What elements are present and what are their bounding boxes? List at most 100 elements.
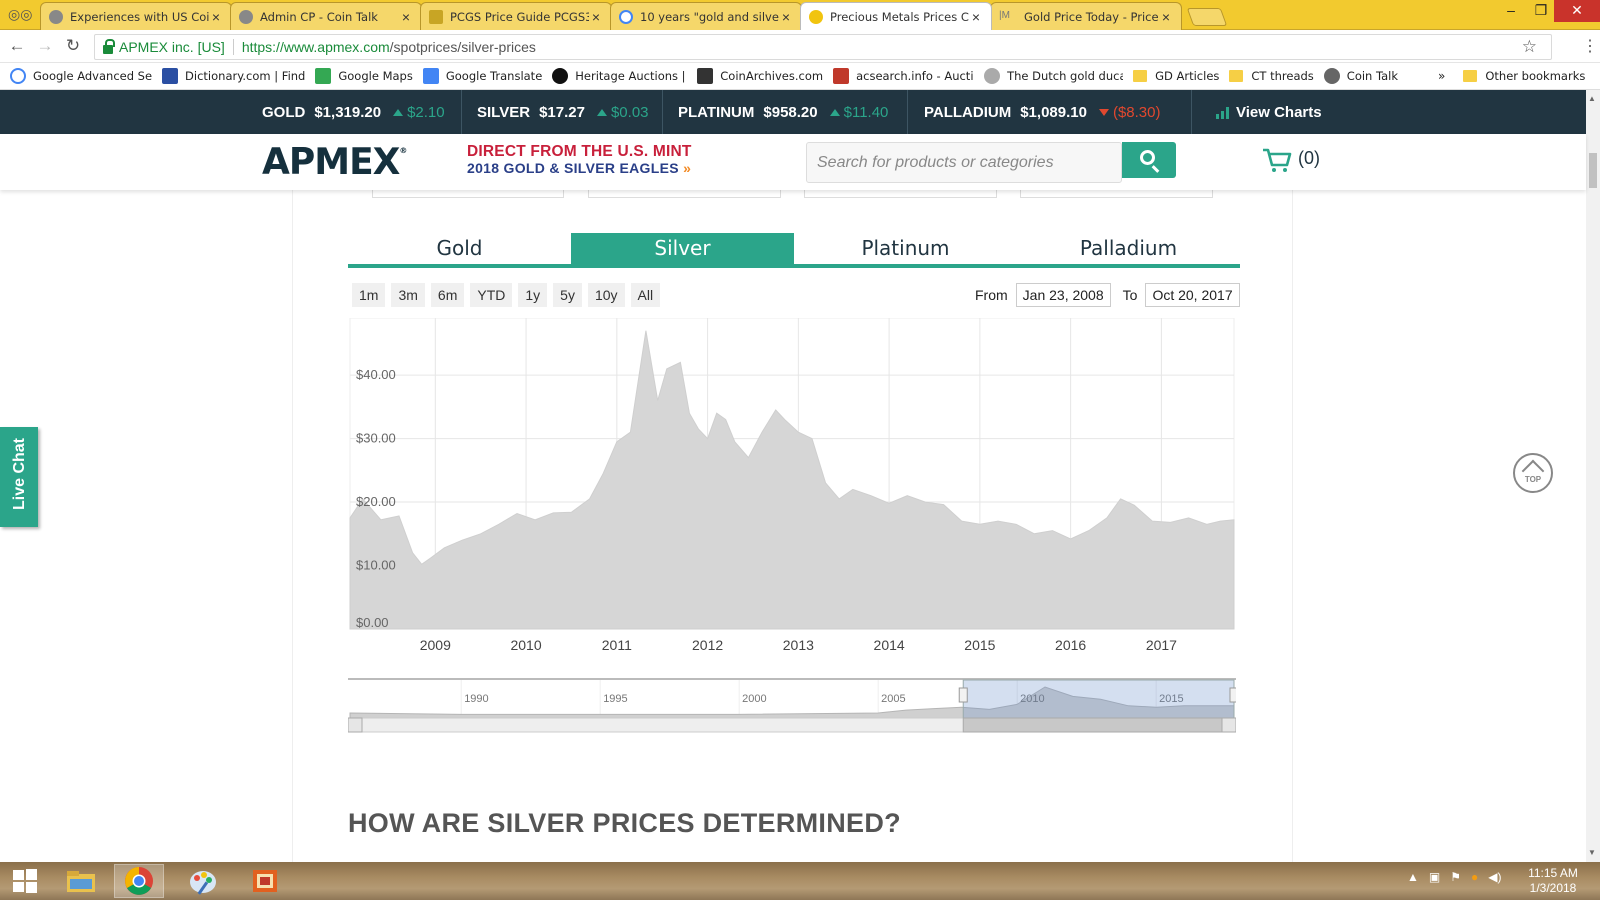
bookmark-item[interactable]: acsearch.info - Auctio bbox=[833, 68, 974, 84]
bookmark-item[interactable]: GD Articles bbox=[1133, 69, 1219, 83]
cart-icon[interactable] bbox=[1262, 147, 1292, 173]
y-tick-label: $30.00 bbox=[356, 431, 396, 446]
browser-tab[interactable]: Admin CP - Coin Talk × bbox=[230, 2, 422, 30]
tab-silver[interactable]: Silver bbox=[571, 233, 794, 264]
back-to-top-button[interactable]: TOP bbox=[1513, 453, 1553, 493]
scrollbar-thumb[interactable] bbox=[1589, 153, 1597, 188]
bookmark-item[interactable]: Dictionary.com | Find bbox=[162, 68, 305, 84]
ticker-silver[interactable]: SILVER $17.27 $0.03 bbox=[477, 90, 649, 134]
promo-subline[interactable]: 2018 GOLD & SILVER EAGLES » bbox=[467, 160, 691, 176]
bookmark-item[interactable]: CoinArchives.com bbox=[697, 68, 823, 84]
range-5y-button[interactable]: 5y bbox=[553, 283, 582, 307]
navigator-scrollbar-thumb[interactable] bbox=[962, 717, 1235, 733]
live-chat-button[interactable]: Live Chat bbox=[0, 427, 38, 527]
paint-taskbar-button[interactable] bbox=[178, 864, 228, 898]
view-charts-link[interactable]: View Charts bbox=[1216, 90, 1322, 134]
navigator-left-handle[interactable] bbox=[958, 687, 968, 703]
browser-tab[interactable]: PCGS Price Guide PCGS3 × bbox=[420, 2, 612, 30]
browser-tab[interactable]: Experiences with US Coin × bbox=[40, 2, 232, 30]
range-ytd-button[interactable]: YTD bbox=[470, 283, 513, 307]
tab-palladium[interactable]: Palladium bbox=[1017, 233, 1240, 264]
url-host: https://www.apmex.com bbox=[241, 39, 390, 55]
ticker-platinum[interactable]: PLATINUM $958.20 $11.40 bbox=[678, 90, 888, 134]
avast-icon[interactable]: ● bbox=[1471, 870, 1478, 884]
bookmark-item[interactable]: Google Advanced Se bbox=[10, 68, 152, 84]
search-button[interactable] bbox=[1122, 142, 1176, 178]
bookmark-star-icon[interactable]: ☆ bbox=[1522, 37, 1537, 57]
apmex-logo[interactable]: APMEX® bbox=[262, 142, 407, 184]
bookmark-item[interactable]: Google Translate bbox=[422, 68, 542, 84]
ticker-label: SILVER bbox=[477, 103, 531, 121]
action-center-flag-icon[interactable]: ⚑ bbox=[1450, 870, 1461, 884]
scroll-down-icon[interactable]: ▼ bbox=[1588, 848, 1596, 857]
window-close-button[interactable]: ✕ bbox=[1554, 0, 1600, 22]
file-explorer-button[interactable] bbox=[56, 864, 106, 898]
menu-kebab-icon[interactable]: ⋮ bbox=[1582, 36, 1598, 56]
bookmark-item[interactable]: Heritage Auctions | W bbox=[552, 68, 687, 84]
ticker-palladium[interactable]: PALLADIUM $1,089.10 ($8.30) bbox=[924, 90, 1160, 134]
reload-icon[interactable]: ↻ bbox=[62, 36, 84, 56]
taskbar-clock[interactable]: 11:15 AM 1/3/2018 bbox=[1523, 866, 1583, 896]
navigator-right-handle[interactable] bbox=[1229, 687, 1236, 703]
bookmark-item[interactable]: CT threads bbox=[1229, 69, 1314, 83]
navigator-scroll-right-button[interactable] bbox=[1221, 717, 1236, 733]
range-1m-button[interactable]: 1m bbox=[352, 283, 386, 307]
navigator-tick-label: 2000 bbox=[742, 693, 766, 705]
close-icon[interactable]: × bbox=[1159, 9, 1173, 25]
ticker-gold[interactable]: GOLD $1,319.20 $2.10 bbox=[262, 90, 445, 134]
bookmarks-overflow-button[interactable]: » bbox=[1438, 69, 1445, 83]
network-icon[interactable]: ▣ bbox=[1429, 870, 1440, 884]
photo-app-taskbar-button[interactable] bbox=[240, 864, 290, 898]
url-input[interactable]: APMEX inc. [US] https://www.apmex.com/sp… bbox=[94, 34, 1552, 60]
search-input[interactable]: Search for products or categories bbox=[806, 142, 1122, 183]
range-1y-button[interactable]: 1y bbox=[518, 283, 548, 307]
ticker-price: $1,319.20 bbox=[314, 103, 382, 121]
browser-tab[interactable]: 10 years "gold and silver × bbox=[610, 2, 802, 30]
tray-expand-icon[interactable]: ▲ bbox=[1407, 870, 1419, 884]
range-10y-button[interactable]: 10y bbox=[587, 283, 625, 307]
maps-icon bbox=[315, 68, 332, 84]
windows-logo-icon bbox=[13, 869, 37, 893]
page-scrollbar[interactable]: ▲ ▼ bbox=[1586, 90, 1600, 862]
divider bbox=[1191, 90, 1192, 134]
browser-tab-strip: ◎◎ Experiences with US Coin × Admin CP -… bbox=[0, 0, 1600, 30]
chart-navigator[interactable]: 199019952000200520102015 bbox=[348, 678, 1236, 734]
ticker-change: $2.10 bbox=[393, 104, 445, 121]
new-tab-button[interactable] bbox=[1186, 8, 1228, 26]
chrome-taskbar-button[interactable] bbox=[114, 864, 164, 898]
silver-price-chart[interactable]: $0.00 $10.00 $20.00 $30.00 $40.00 2009 2010 201… bbox=[348, 318, 1236, 658]
volume-icon[interactable]: ◀) bbox=[1488, 870, 1501, 884]
close-icon[interactable]: × bbox=[779, 9, 793, 25]
range-6m-button[interactable]: 6m bbox=[430, 283, 465, 307]
tab-gold[interactable]: Gold bbox=[348, 233, 571, 264]
from-date-input[interactable]: Jan 23, 2008 bbox=[1015, 283, 1111, 307]
scroll-up-icon[interactable]: ▲ bbox=[1588, 94, 1596, 103]
close-icon[interactable]: × bbox=[399, 9, 413, 25]
bookmark-item[interactable]: Google Maps bbox=[315, 68, 413, 84]
close-icon[interactable]: × bbox=[209, 9, 223, 25]
date-range: From Jan 23, 2008 To Oct 20, 2017 bbox=[975, 283, 1240, 307]
start-button[interactable] bbox=[0, 864, 50, 898]
range-3m-button[interactable]: 3m bbox=[391, 283, 425, 307]
site-header: APMEX® DIRECT FROM THE U.S. MINT 2018 GO… bbox=[0, 134, 1586, 190]
navigator-selection[interactable] bbox=[962, 679, 1235, 719]
close-icon[interactable]: × bbox=[969, 9, 983, 25]
cointalk-icon bbox=[1323, 68, 1340, 84]
bookmark-item[interactable]: The Dutch gold duca bbox=[984, 68, 1123, 84]
browser-tab-active[interactable]: Precious Metals Prices Ch × bbox=[800, 2, 992, 30]
profile-icon[interactable]: ◎◎ bbox=[8, 6, 32, 23]
bookmark-label: The Dutch gold duca bbox=[1007, 69, 1124, 83]
promo-headline[interactable]: DIRECT FROM THE U.S. MINT bbox=[467, 143, 692, 161]
navigator-scroll-left-button[interactable] bbox=[348, 717, 363, 733]
bookmark-item[interactable]: Coin Talk bbox=[1323, 68, 1398, 84]
close-icon[interactable]: × bbox=[589, 9, 603, 25]
site-identity[interactable]: APMEX inc. [US] bbox=[119, 39, 225, 55]
tab-platinum[interactable]: Platinum bbox=[794, 233, 1017, 264]
other-bookmarks[interactable]: Other bookmarks bbox=[1463, 69, 1585, 83]
forward-arrow-icon[interactable]: → bbox=[34, 36, 56, 56]
to-date-input[interactable]: Oct 20, 2017 bbox=[1145, 283, 1240, 307]
browser-tab[interactable]: |M Gold Price Today - Price × bbox=[990, 2, 1182, 30]
range-all-button[interactable]: All bbox=[630, 283, 661, 307]
cart-count[interactable]: (0) bbox=[1298, 148, 1320, 169]
back-arrow-icon[interactable]: ← bbox=[6, 36, 28, 56]
